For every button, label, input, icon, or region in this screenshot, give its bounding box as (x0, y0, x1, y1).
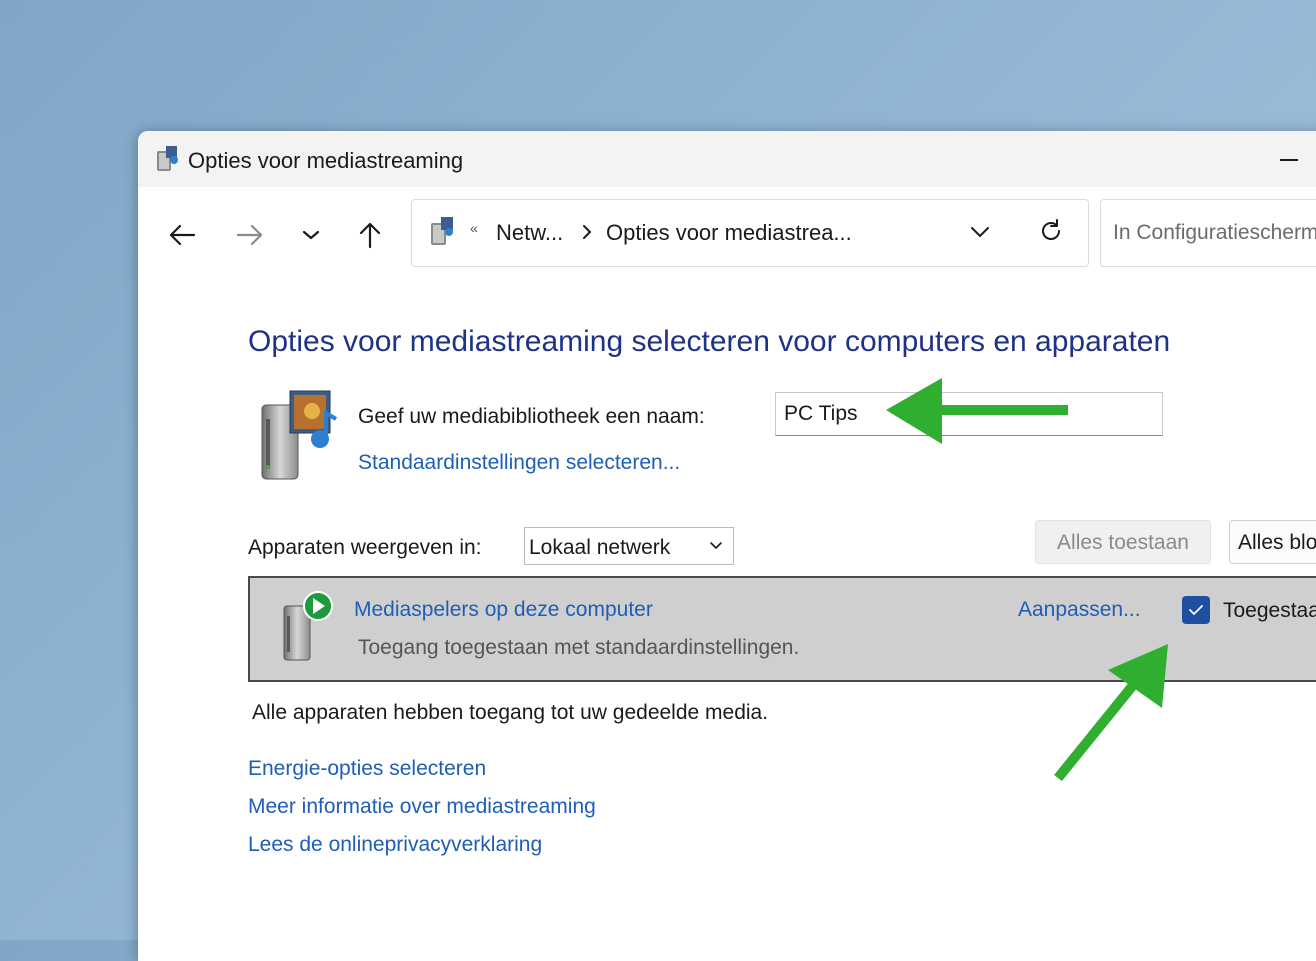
customize-link[interactable]: Aanpassen... (1018, 598, 1141, 622)
checkmark-icon (1189, 605, 1203, 615)
privacy-statement-link[interactable]: Lees de onlineprivacyverklaring (248, 833, 542, 857)
library-name-label: Geef uw mediabibliotheek een naam: (358, 405, 705, 428)
window-title: Opties voor mediastreaming (188, 148, 464, 173)
chevron-down-icon[interactable] (968, 222, 992, 242)
search-box[interactable]: In Configuratiescherm zoeken (1100, 199, 1316, 267)
media-server-icon (157, 146, 178, 171)
allowed-checkbox[interactable] (1182, 596, 1210, 624)
media-library-icon (261, 390, 338, 480)
breadcrumb-current[interactable]: Opties voor mediastrea... (606, 220, 852, 246)
network-dropdown[interactable]: Lokaal netwerk (524, 527, 734, 565)
recent-locations-chevron-icon[interactable] (293, 217, 329, 253)
device-name-link[interactable]: Mediaspelers op deze computer (354, 598, 653, 622)
show-devices-label: Apparaten weergeven in: (248, 536, 482, 559)
search-placeholder[interactable]: In Configuratiescherm zoeken (1113, 221, 1316, 245)
media-streaming-window: Opties voor mediastreaming « Netw... Opt… (138, 131, 1316, 961)
forward-arrow-icon[interactable] (232, 217, 268, 253)
breadcrumb-network[interactable]: Netw... (496, 220, 563, 246)
network-dropdown-value[interactable]: Lokaal netwerk (529, 536, 670, 560)
breadcrumb-overflow[interactable]: « (470, 220, 478, 236)
back-arrow-icon[interactable] (164, 217, 200, 253)
annotation-arrow-icon (886, 378, 1068, 444)
annotation-arrow-icon (1054, 644, 1168, 782)
power-options-link[interactable]: Energie-opties selecteren (248, 757, 486, 781)
more-info-link[interactable]: Meer informatie over mediastreaming (248, 795, 596, 819)
all-devices-text: Alle apparaten hebben toegang tot uw ged… (252, 701, 769, 724)
allowed-checkbox-label[interactable]: Toegestaan (1223, 599, 1316, 623)
device-status: Toegang toegestaan met standaardinstelli… (358, 636, 800, 659)
media-player-icon (283, 591, 333, 661)
refresh-icon[interactable] (1038, 218, 1064, 244)
media-server-icon (431, 217, 453, 245)
address-bar[interactable]: « Netw... Opties voor mediastrea... (411, 199, 1089, 267)
up-arrow-icon[interactable] (352, 217, 388, 253)
navigation-bar: « Netw... Opties voor mediastrea... In C… (138, 187, 1316, 277)
chevron-down-icon[interactable] (709, 540, 723, 552)
default-settings-link[interactable]: Standaardinstellingen selecteren... (358, 451, 680, 475)
page-title: Opties voor mediastreaming selecteren vo… (248, 325, 1171, 358)
block-all-button[interactable]: Alles blokkeren (1229, 520, 1316, 564)
title-bar: Opties voor mediastreaming (138, 131, 1316, 187)
minimize-button[interactable] (1276, 145, 1306, 175)
allow-all-button[interactable]: Alles toestaan (1035, 520, 1211, 564)
chevron-right-icon[interactable] (580, 222, 594, 242)
